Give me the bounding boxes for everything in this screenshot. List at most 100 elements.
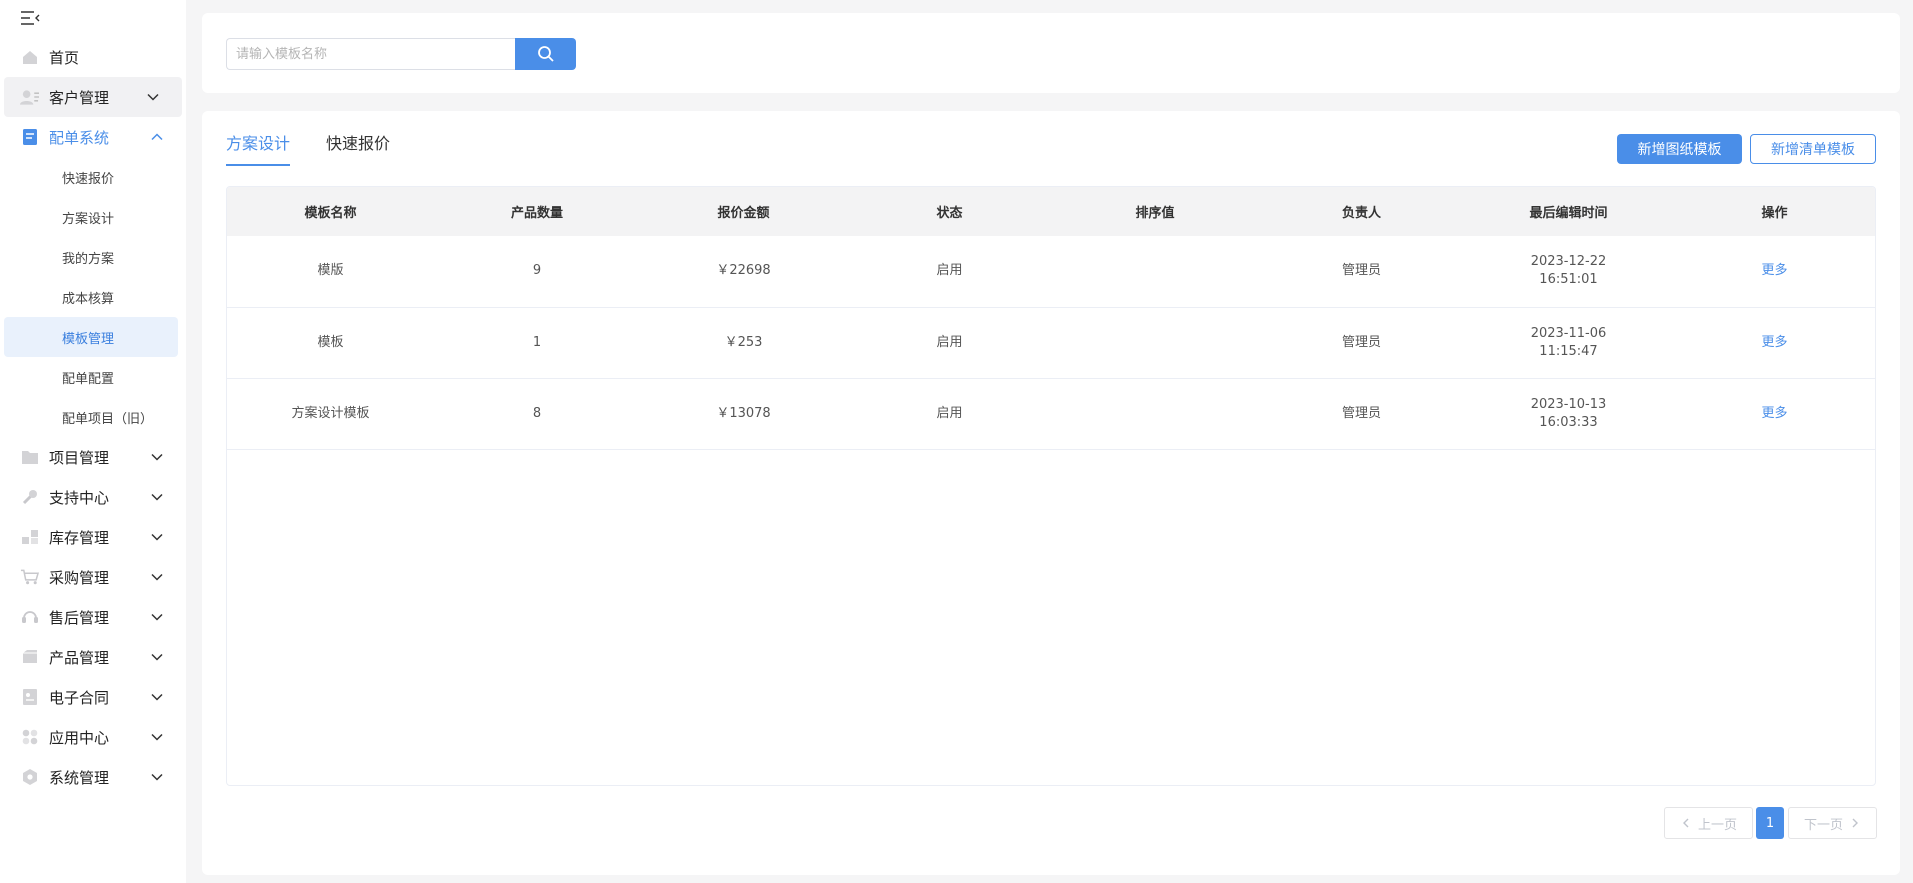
tab-quick-quote[interactable]: 快速报价 <box>326 129 390 166</box>
time-text: 16:51:01 <box>1539 272 1598 288</box>
cell-status: 启用 <box>936 405 963 421</box>
sidebar-item-app-center[interactable]: 应用中心 <box>0 717 186 757</box>
sidebar-item-e-contract[interactable]: 电子合同 <box>0 677 186 717</box>
column-header: 报价金额 <box>717 206 770 221</box>
more-link[interactable]: 更多 <box>1672 236 1875 307</box>
table-header-row: 模板名称 产品数量 报价金额 状态 排序值 负责人 最后编辑时间 操作 <box>227 187 1875 236</box>
sidebar-item-support[interactable]: 支持中心 <box>0 477 186 517</box>
template-table: 模板名称 产品数量 报价金额 状态 排序值 负责人 最后编辑时间 操作 模版 9… <box>226 186 1876 786</box>
folder-icon <box>20 448 39 467</box>
home-icon <box>20 48 39 67</box>
cell-sort-value <box>1052 236 1258 307</box>
cell-status: 启用 <box>936 334 963 350</box>
chevron-down-icon <box>147 93 159 101</box>
sidebar-item-after-sales[interactable]: 售后管理 <box>0 597 186 637</box>
apps-icon <box>20 728 39 747</box>
sidebar-item-label: 支持中心 <box>49 488 110 507</box>
chevron-down-icon <box>151 453 163 461</box>
chevron-left-icon <box>1682 818 1689 828</box>
search-button[interactable] <box>515 38 576 70</box>
sidebar-item-home[interactable]: 首页 <box>0 37 186 77</box>
sidebar-item-product[interactable]: 产品管理 <box>0 637 186 677</box>
sub-item-quick-quote[interactable]: 快速报价 <box>0 157 186 197</box>
cell-owner: 管理员 <box>1341 405 1381 421</box>
column-header: 最后编辑时间 <box>1529 206 1608 221</box>
cell-status: 启用 <box>936 263 963 279</box>
cart-icon <box>20 568 39 587</box>
wrench-icon <box>20 488 39 507</box>
sidebar-item-label: 项目管理 <box>49 448 110 467</box>
chevron-down-icon <box>151 733 163 741</box>
chevron-down-icon <box>151 573 163 581</box>
settings-icon <box>20 768 39 787</box>
page-number-current[interactable]: 1 <box>1756 807 1784 839</box>
order-system-icon <box>20 128 39 147</box>
cell-quote-amount: ￥13078 <box>716 405 771 421</box>
tab-solution-design[interactable]: 方案设计 <box>226 129 291 166</box>
search-card <box>202 13 1900 93</box>
cell-owner: 管理员 <box>1341 334 1381 350</box>
time-text: 11:15:47 <box>1539 343 1598 359</box>
sidebar-item-label: 系统管理 <box>49 768 110 787</box>
column-header: 排序值 <box>1135 206 1175 221</box>
cell-product-count: 1 <box>532 334 542 350</box>
sidebar-item-label: 库存管理 <box>49 528 110 547</box>
column-header: 状态 <box>936 206 963 221</box>
sidebar-item-purchase[interactable]: 采购管理 <box>0 557 186 597</box>
cell-sort-value <box>1052 378 1258 449</box>
cell-template-name: 模版 <box>317 263 344 279</box>
sidebar-item-label: 采购管理 <box>49 568 110 587</box>
sidebar-item-system[interactable]: 系统管理 <box>0 757 186 797</box>
cell-template-name: 方案设计模板 <box>291 405 370 421</box>
add-list-template-button[interactable]: 新增清单模板 <box>1750 134 1876 164</box>
sidebar-item-label: 客户管理 <box>49 88 110 107</box>
prev-page-button[interactable]: 上一页 <box>1664 807 1753 839</box>
customer-icon <box>20 88 39 107</box>
sidebar-item-inventory[interactable]: 库存管理 <box>0 517 186 557</box>
time-text: 16:03:33 <box>1539 414 1598 430</box>
sidebar-item-label: 产品管理 <box>49 648 110 667</box>
table-row: 模版 9 ￥22698 启用 管理员 2023-12-22 16:51:01 更多 <box>227 236 1875 307</box>
table-row: 模板 1 ￥253 启用 管理员 2023-11-06 11:15:47 更多 <box>227 307 1875 378</box>
contract-icon <box>20 688 39 707</box>
date-text: 2023-12-22 <box>1530 254 1607 270</box>
menu-collapse-icon[interactable] <box>20 9 40 27</box>
sidebar-item-order-system[interactable]: 配单系统 <box>0 117 186 157</box>
more-link[interactable]: 更多 <box>1672 307 1875 378</box>
chevron-up-icon <box>151 133 163 141</box>
chevron-down-icon <box>151 693 163 701</box>
column-header: 操作 <box>1761 206 1788 221</box>
sidebar-item-project[interactable]: 项目管理 <box>0 437 186 477</box>
chevron-right-icon <box>1852 818 1858 828</box>
chevron-down-icon <box>151 533 163 541</box>
sidebar-menu: 首页 客户管理 配单系统 快速报价 方案设计 我的方案 成本核算 模板管理 配单… <box>0 37 186 797</box>
cell-quote-amount: ￥253 <box>724 334 763 350</box>
next-page-button[interactable]: 下一页 <box>1788 807 1877 839</box>
more-link[interactable]: 更多 <box>1672 378 1875 449</box>
sub-item-cost-accounting[interactable]: 成本核算 <box>0 277 186 317</box>
column-header: 产品数量 <box>510 206 563 221</box>
sidebar-item-label: 电子合同 <box>49 688 110 707</box>
chevron-down-icon <box>151 773 163 781</box>
headset-icon <box>20 608 39 627</box>
date-text: 2023-11-06 <box>1530 325 1607 341</box>
cell-last-edited: 2023-11-06 11:15:47 <box>1465 307 1672 378</box>
cell-product-count: 8 <box>532 405 542 421</box>
sub-item-solution-design[interactable]: 方案设计 <box>0 197 186 237</box>
sub-item-order-project-old[interactable]: 配单项目（旧） <box>0 397 186 437</box>
cell-quote-amount: ￥22698 <box>716 263 771 279</box>
chevron-down-icon <box>151 493 163 501</box>
sub-item-template-management[interactable]: 模板管理 <box>4 317 178 357</box>
inventory-icon <box>20 528 39 547</box>
add-drawing-template-button[interactable]: 新增图纸模板 <box>1617 134 1742 164</box>
chevron-down-icon <box>151 613 163 621</box>
sidebar: 首页 客户管理 配单系统 快速报价 方案设计 我的方案 成本核算 模板管理 配单… <box>0 0 186 883</box>
cell-last-edited: 2023-12-22 16:51:01 <box>1465 236 1672 307</box>
sub-item-order-config[interactable]: 配单配置 <box>0 357 186 397</box>
sidebar-item-customer[interactable]: 客户管理 <box>4 77 182 117</box>
search-icon <box>537 46 554 62</box>
sidebar-item-label: 售后管理 <box>49 608 110 627</box>
cell-template-name: 模板 <box>317 334 344 350</box>
sub-item-my-solutions[interactable]: 我的方案 <box>0 237 186 277</box>
template-search-input[interactable] <box>226 38 518 70</box>
